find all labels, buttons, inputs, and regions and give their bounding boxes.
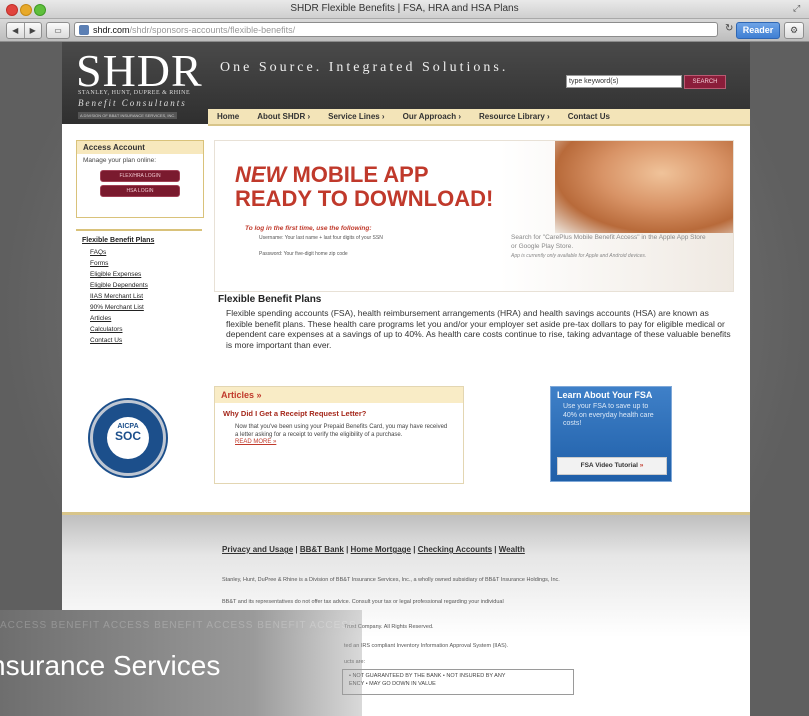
sidebar-item-articles[interactable]: Articles bbox=[76, 313, 202, 324]
bookmarks-icon[interactable]: ▭ bbox=[46, 22, 70, 39]
sidebar-item-calculators[interactable]: Calculators bbox=[76, 324, 202, 335]
banner-app-store-text: Search for "CarePlus Mobile Benefit Acce… bbox=[511, 233, 711, 261]
footer-products: ucts are: bbox=[344, 659, 674, 665]
sidebar-item-eligible-expenses[interactable]: Eligible Expenses bbox=[76, 269, 202, 280]
page-title: Flexible Benefit Plans bbox=[218, 294, 322, 305]
sidebar-item-faqs[interactable]: FAQs bbox=[76, 247, 202, 258]
back-forward-buttons: ◀ ▶ bbox=[6, 22, 42, 39]
access-account-box: Access Account Manage your plan online: … bbox=[76, 140, 204, 218]
footer-link-home-mortgage[interactable]: Home Mortgage bbox=[351, 545, 411, 554]
fsa-video-tutorial-button[interactable]: FSA Video Tutorial » bbox=[557, 457, 667, 475]
footer-links: Privacy and Usage | BB&T Bank | Home Mor… bbox=[222, 545, 525, 554]
mobile-app-banner[interactable]: NEW MOBILE APP READY TO DOWNLOAD! To log… bbox=[214, 140, 734, 292]
sidebar-item-90-merchant-list[interactable]: 90% Merchant List bbox=[76, 302, 202, 313]
learn-fsa-box: Learn About Your FSA Use your FSA to sav… bbox=[550, 386, 672, 482]
banner-line2: READY TO DOWNLOAD! bbox=[235, 186, 494, 211]
access-account-text: Manage your plan online: bbox=[83, 157, 156, 164]
banner-headline: NEW MOBILE APP READY TO DOWNLOAD! bbox=[235, 163, 493, 211]
url-path: /shdr/sponsors-accounts/flexible-benefit… bbox=[129, 25, 296, 35]
fullscreen-icon[interactable]: ⤢ bbox=[793, 3, 803, 13]
banner-line1: MOBILE APP bbox=[286, 162, 429, 187]
fsa-heading: Learn About Your FSA bbox=[557, 390, 653, 400]
site-favicon-icon bbox=[79, 25, 89, 35]
search-input[interactable]: type keyword(s) bbox=[566, 75, 682, 88]
sidebar-heading[interactable]: Flexible Benefit Plans bbox=[76, 231, 202, 247]
nav-home[interactable]: Home bbox=[208, 109, 248, 124]
articles-box: Articles » Why Did I Get a Receipt Reque… bbox=[214, 386, 464, 484]
aicpa-soc-badge: AICPA SOC bbox=[90, 400, 166, 476]
banner-username: Username: Your last name + last four dig… bbox=[259, 235, 383, 241]
footer-copyright: Trust Company. All Rights Reserved. bbox=[344, 624, 434, 630]
reader-button[interactable]: Reader bbox=[736, 22, 780, 39]
article-summary: Now that you've been using your Prepaid … bbox=[235, 424, 448, 438]
logo-company-name: STANLEY, HUNT, DUPREE & RHINE bbox=[78, 90, 191, 96]
flex-hra-login-button[interactable]: FLEX/HRA LOGIN bbox=[100, 170, 180, 182]
hsa-login-button[interactable]: HSA LOGIN bbox=[100, 185, 180, 197]
logo-subtitle: Benefit Consultants bbox=[78, 98, 187, 108]
insurance-services-overlay: ACCESS BENEFIT ACCESS BENEFIT ACCESS BEN… bbox=[0, 610, 362, 716]
browser-toolbar: ◀ ▶ ▭ shdr.com/shdr/sponsors-accounts/fl… bbox=[0, 19, 809, 42]
banner-search-text: Search for "CarePlus Mobile Benefit Acce… bbox=[511, 234, 706, 250]
reload-icon[interactable]: ↻ bbox=[725, 23, 733, 34]
browser-viewport: SHDR STANLEY, HUNT, DUPREE & RHINE Benef… bbox=[0, 42, 809, 716]
overlay-title: nsurance Services bbox=[0, 650, 221, 681]
banner-new-label: NEW bbox=[235, 162, 287, 187]
settings-gear-icon[interactable]: ⚙ bbox=[784, 22, 804, 39]
url-host: shdr.com bbox=[93, 25, 130, 35]
footer-not-fdic-box: • NOT GUARANTEED BY THE BANK • NOT INSUR… bbox=[342, 669, 574, 695]
sidebar-item-contact-us[interactable]: Contact Us bbox=[76, 335, 202, 346]
banner-instructions: To log in the first time, use the follow… bbox=[245, 225, 372, 232]
address-bar[interactable]: shdr.com/shdr/sponsors-accounts/flexible… bbox=[74, 22, 718, 37]
search-button[interactable]: SEARCH bbox=[684, 75, 726, 89]
intro-paragraph: Flexible spending accounts (FSA), health… bbox=[226, 308, 731, 350]
window-titlebar: SHDR Flexible Benefits | FSA, HRA and HS… bbox=[0, 0, 809, 19]
footer-iias: ted an IRS compliant Inventory Informati… bbox=[344, 643, 509, 649]
site-tagline: One Source. Integrated Solutions. bbox=[220, 60, 509, 75]
footer-disclaimer-2: BB&T and its representatives do not offe… bbox=[222, 599, 504, 605]
footer-link-privacy[interactable]: Privacy and Usage bbox=[222, 545, 293, 554]
fsa-text: Use your FSA to save up to 40% on everyd… bbox=[563, 403, 654, 427]
back-arrow-icon[interactable]: ◀ bbox=[7, 23, 25, 38]
overlay-watermark-text: ACCESS BENEFIT ACCESS BENEFIT ACCESS BEN… bbox=[0, 620, 357, 631]
nav-contact[interactable]: Contact Us bbox=[559, 109, 619, 124]
footer-link-checking[interactable]: Checking Accounts bbox=[418, 545, 492, 554]
article-title[interactable]: Why Did I Get a Receipt Request Letter? bbox=[215, 403, 463, 420]
nav-resource-library[interactable]: Resource Library › bbox=[470, 109, 559, 124]
sidebar-item-eligible-dependents[interactable]: Eligible Dependents bbox=[76, 280, 202, 291]
sidebar-menu: Flexible Benefit Plans FAQs Forms Eligib… bbox=[76, 229, 202, 391]
banner-availability: App is currently only available for Appl… bbox=[511, 253, 647, 259]
articles-heading[interactable]: Articles » bbox=[215, 387, 463, 403]
footer-box-line1: • NOT GUARANTEED BY THE BANK • NOT INSUR… bbox=[349, 673, 506, 679]
read-more-link[interactable]: READ MORE » bbox=[215, 439, 463, 445]
footer-box-line2: ENCY • MAY GO DOWN IN VALUE bbox=[349, 681, 436, 687]
soc-badge-inner: AICPA SOC bbox=[107, 417, 149, 459]
fsa-button-arrow-icon: » bbox=[639, 462, 644, 469]
logo-division: A DIVISION OF BB&T INSURANCE SERVICES, I… bbox=[78, 112, 178, 119]
woman-with-phone-photo bbox=[555, 141, 733, 233]
banner-password: Password: Your five-digit home zip code bbox=[259, 251, 348, 257]
sidebar-item-forms[interactable]: Forms bbox=[76, 258, 202, 269]
site-header: SHDR STANLEY, HUNT, DUPREE & RHINE Benef… bbox=[62, 42, 750, 126]
window-title: SHDR Flexible Benefits | FSA, HRA and HS… bbox=[290, 3, 519, 14]
main-nav: Home About SHDR › Service Lines › Our Ap… bbox=[208, 109, 750, 126]
footer-link-bbt-bank[interactable]: BB&T Bank bbox=[300, 545, 344, 554]
nav-our-approach[interactable]: Our Approach › bbox=[394, 109, 470, 124]
nav-about[interactable]: About SHDR › bbox=[248, 109, 319, 124]
nav-service-lines[interactable]: Service Lines › bbox=[319, 109, 393, 124]
footer-link-wealth[interactable]: Wealth bbox=[499, 545, 525, 554]
access-account-heading: Access Account bbox=[77, 141, 203, 154]
fsa-button-label: FSA Video Tutorial bbox=[580, 462, 638, 469]
soc-label: SOC bbox=[114, 429, 141, 443]
forward-arrow-icon[interactable]: ▶ bbox=[25, 23, 42, 38]
sidebar-item-iias-merchant-list[interactable]: IIAS Merchant List bbox=[76, 291, 202, 302]
footer-disclaimer-1: Stanley, Hunt, DuPree & Rhine is a Divis… bbox=[222, 577, 560, 583]
